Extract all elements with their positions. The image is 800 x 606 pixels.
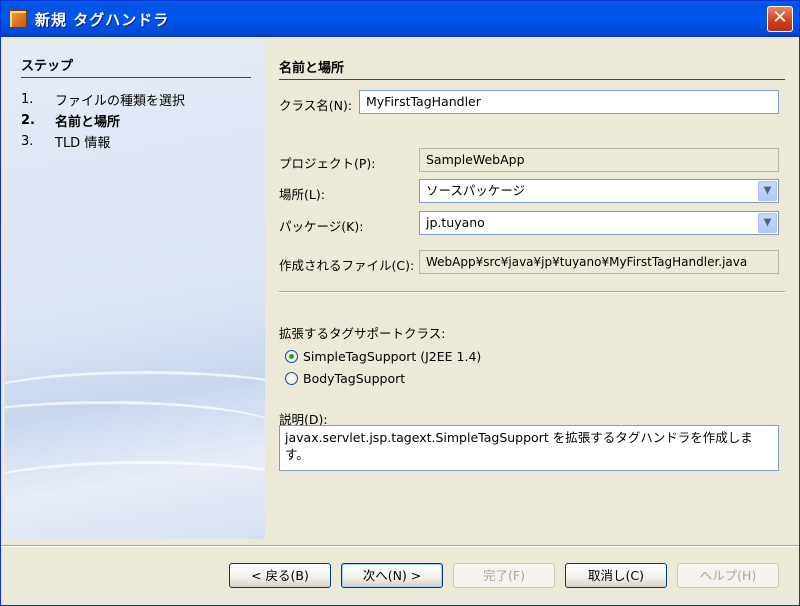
option-label: BodyTagSupport [303, 371, 406, 386]
name-location-panel: 名前と場所 クラス名(N): MyFirstTagHandler プロジェクト(… [273, 41, 793, 539]
created-file-label: 作成されるファイル(C): [279, 258, 415, 273]
support-class-label: 拡張するタグサポートクラス: [279, 326, 446, 341]
step-label: TLD 情報 [55, 136, 111, 151]
package-value: jp.tuyano [426, 215, 485, 230]
step-number: 1. [21, 92, 34, 107]
step-item: 3. TLD 情報 [21, 131, 185, 152]
app-icon [9, 10, 27, 28]
project-label: プロジェクト(P): [279, 156, 376, 171]
step-label: 名前と場所 [55, 115, 121, 130]
option-label: SimpleTagSupport (J2EE 1.4) [303, 349, 482, 364]
decorative-swoosh [5, 401, 265, 461]
steps-header: ステップ [21, 55, 251, 78]
description-textarea[interactable]: javax.servlet.jsp.tagext.SimpleTagSuppor… [279, 425, 779, 471]
location-value: ソースパッケージ [426, 183, 526, 198]
project-field: SampleWebApp [419, 148, 779, 172]
help-button[interactable]: ヘルプ(H) [677, 563, 779, 588]
window-title: 新規 タグハンドラ [35, 10, 170, 29]
title-bar[interactable]: 新規 タグハンドラ ✕ [1, 1, 799, 37]
panel-header: 名前と場所 [279, 57, 785, 80]
class-name-label: クラス名(N): [279, 98, 353, 113]
bodytagsupport-option[interactable]: BodyTagSupport [285, 371, 405, 386]
step-list: 1. ファイルの種類を選択 2. 名前と場所 3. TLD 情報 [21, 89, 185, 152]
close-icon: ✕ [772, 7, 788, 28]
finish-button[interactable]: 完了(F) [453, 563, 555, 588]
step-number: 3. [21, 134, 34, 149]
step-item-current: 2. 名前と場所 [21, 110, 185, 131]
chevron-down-icon[interactable]: ▼ [758, 213, 777, 233]
steps-pane: ステップ 1. ファイルの種類を選択 2. 名前と場所 3. TLD 情報 [5, 41, 265, 539]
cancel-button[interactable]: 取消し(C) [565, 563, 667, 588]
close-button[interactable]: ✕ [767, 6, 793, 32]
decorative-swoosh [5, 461, 265, 521]
wizard-window: 新規 タグハンドラ ✕ ステップ 1. ファイルの種類を選択 2. 名前と場所 … [0, 0, 800, 606]
package-label: パッケージ(K): [279, 219, 364, 234]
simpletagsupport-option[interactable]: SimpleTagSupport (J2EE 1.4) [285, 349, 481, 364]
radio-unchecked[interactable] [285, 372, 298, 385]
location-label: 場所(L): [279, 187, 325, 202]
button-bar-divider [1, 545, 799, 547]
back-button[interactable]: < 戻る(B) [229, 563, 331, 588]
created-file-field: WebApp¥src¥java¥jp¥tuyano¥MyFirstTagHand… [419, 250, 779, 274]
section-divider [279, 291, 785, 293]
package-select[interactable]: jp.tuyano ▼ [419, 211, 779, 235]
class-name-input[interactable]: MyFirstTagHandler [359, 90, 779, 114]
step-item: 1. ファイルの種類を選択 [21, 89, 185, 110]
step-number: 2. [21, 113, 35, 128]
step-label: ファイルの種類を選択 [55, 94, 186, 109]
radio-checked[interactable] [285, 350, 298, 363]
next-button[interactable]: 次へ(N) > [341, 563, 443, 588]
chevron-down-icon[interactable]: ▼ [758, 181, 777, 201]
location-select[interactable]: ソースパッケージ ▼ [419, 179, 779, 203]
